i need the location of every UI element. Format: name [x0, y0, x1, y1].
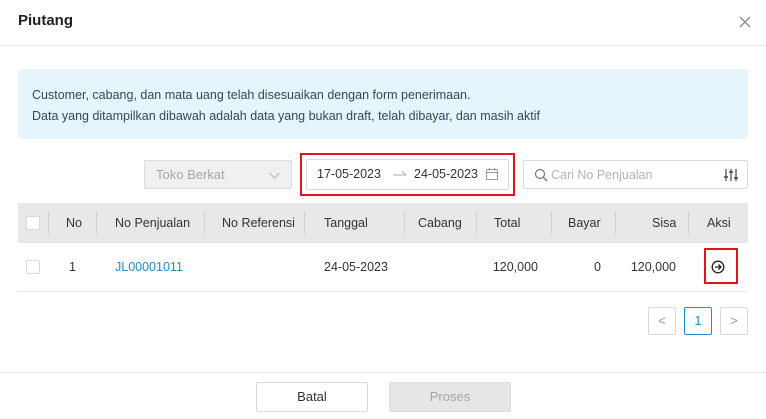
search-input[interactable]	[551, 166, 711, 184]
date-start-input[interactable]: 17-05-2023	[317, 167, 381, 181]
header-bayar: Bayar	[568, 216, 601, 230]
info-alert: Customer, cabang, dan mata uang telah di…	[18, 69, 748, 139]
prev-page-button[interactable]: <	[648, 307, 676, 335]
modal-footer: Batal Proses	[0, 372, 766, 419]
header-total: Total	[494, 216, 521, 230]
cancel-button[interactable]: Batal	[256, 382, 368, 412]
date-range-picker[interactable]: 17-05-2023 24-05-2023	[306, 159, 509, 190]
cell-sisa: 120,000	[630, 260, 676, 274]
search-icon	[534, 168, 548, 182]
info-line-1: Customer, cabang, dan mata uang telah di…	[32, 88, 471, 102]
table-header: No No Penjualan No Referensi Tanggal Cab…	[18, 203, 748, 243]
arrow-circle-right-icon[interactable]	[711, 260, 725, 274]
header-sisa: Sisa	[652, 216, 677, 230]
cell-no: 1	[69, 260, 76, 274]
cell-bayar: 0	[594, 260, 601, 274]
header-cabang: Cabang	[418, 216, 462, 230]
cell-tanggal: 24-05-2023	[324, 260, 388, 274]
filter-settings-icon[interactable]	[723, 167, 739, 183]
process-button[interactable]: Proses	[389, 382, 511, 412]
header-no: No	[66, 216, 82, 230]
header-no-penjualan: No Penjualan	[115, 216, 191, 230]
date-end-input[interactable]: 24-05-2023	[414, 167, 478, 181]
select-all-checkbox[interactable]	[26, 216, 40, 230]
sale-number-link[interactable]: JL00001011	[115, 243, 183, 292]
row-checkbox[interactable]	[26, 260, 40, 274]
cell-total: 120,000	[492, 260, 538, 274]
search-box[interactable]	[523, 160, 748, 189]
info-line-2: Data yang ditampilkan dibawah adalah dat…	[32, 109, 540, 123]
page-1-button[interactable]: 1	[684, 307, 712, 335]
modal-header: Piutang	[0, 0, 766, 46]
modal-title: Piutang	[18, 12, 73, 29]
branch-select-value: Toko Berkat	[156, 167, 225, 182]
table-row: 1 JL00001011 24-05-2023 120,000 0 120,00…	[18, 243, 748, 292]
next-page-button[interactable]: >	[720, 307, 748, 335]
header-aksi: Aksi	[707, 216, 731, 230]
calendar-icon	[485, 168, 499, 181]
branch-select: Toko Berkat	[144, 160, 292, 189]
chevron-down-icon	[269, 172, 280, 179]
close-icon[interactable]	[736, 13, 754, 31]
receivables-table: No No Penjualan No Referensi Tanggal Cab…	[18, 203, 748, 292]
arrow-right-icon	[393, 171, 407, 176]
header-no-referensi: No Referensi	[222, 216, 295, 230]
header-tanggal: Tanggal	[324, 216, 368, 230]
